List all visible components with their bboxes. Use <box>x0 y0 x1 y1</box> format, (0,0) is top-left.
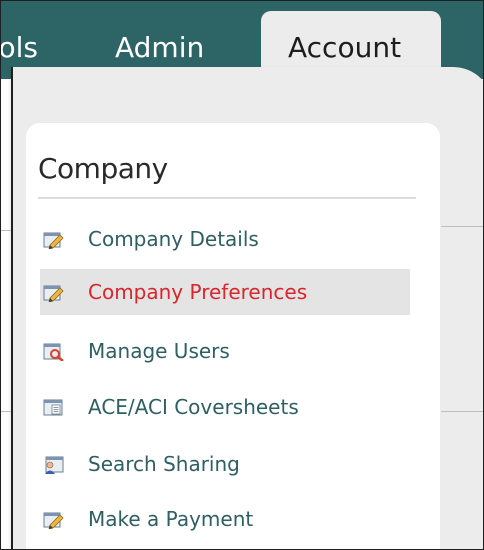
nav-tab-admin[interactable]: Admin <box>115 31 204 65</box>
nav-tab-tools[interactable]: Tools <box>1 31 38 65</box>
menu-item-ace-aci-coversheets[interactable]: ACE/ACI Coversheets <box>40 384 410 430</box>
nav-tab-account-label: Account <box>288 31 402 64</box>
menu-item-make-a-payment[interactable]: Make a Payment <box>40 496 410 542</box>
menu-item-manage-users[interactable]: Manage Users <box>40 328 410 374</box>
menu-item-label: Make a Payment <box>88 507 254 531</box>
edit-document-icon <box>43 282 65 303</box>
app-frame: Tools Admin Account Company Company Deta… <box>0 0 484 550</box>
menu-item-label: Company Preferences <box>88 280 308 304</box>
divider <box>441 411 483 412</box>
menu-item-company-details[interactable]: Company Details <box>40 216 410 262</box>
section-divider <box>38 197 416 199</box>
divider <box>1 411 11 412</box>
menu-item-label: ACE/ACI Coversheets <box>88 395 299 419</box>
company-menu-panel: Company Company Details Company Preferen… <box>26 123 440 549</box>
menu-item-label: Manage Users <box>88 339 230 363</box>
search-users-icon <box>43 341 65 362</box>
edit-document-icon <box>43 229 65 250</box>
user-share-icon <box>43 454 65 474</box>
section-title: Company <box>38 152 168 185</box>
menu-item-company-preferences[interactable]: Company Preferences <box>40 269 410 315</box>
edit-document-icon <box>43 509 65 530</box>
menu-item-search-sharing[interactable]: Search Sharing <box>40 441 410 487</box>
menu-item-label: Company Details <box>88 227 259 251</box>
coversheet-document-icon <box>43 397 65 417</box>
divider <box>1 230 11 231</box>
menu-item-label: Search Sharing <box>88 452 240 476</box>
divider <box>441 226 483 227</box>
